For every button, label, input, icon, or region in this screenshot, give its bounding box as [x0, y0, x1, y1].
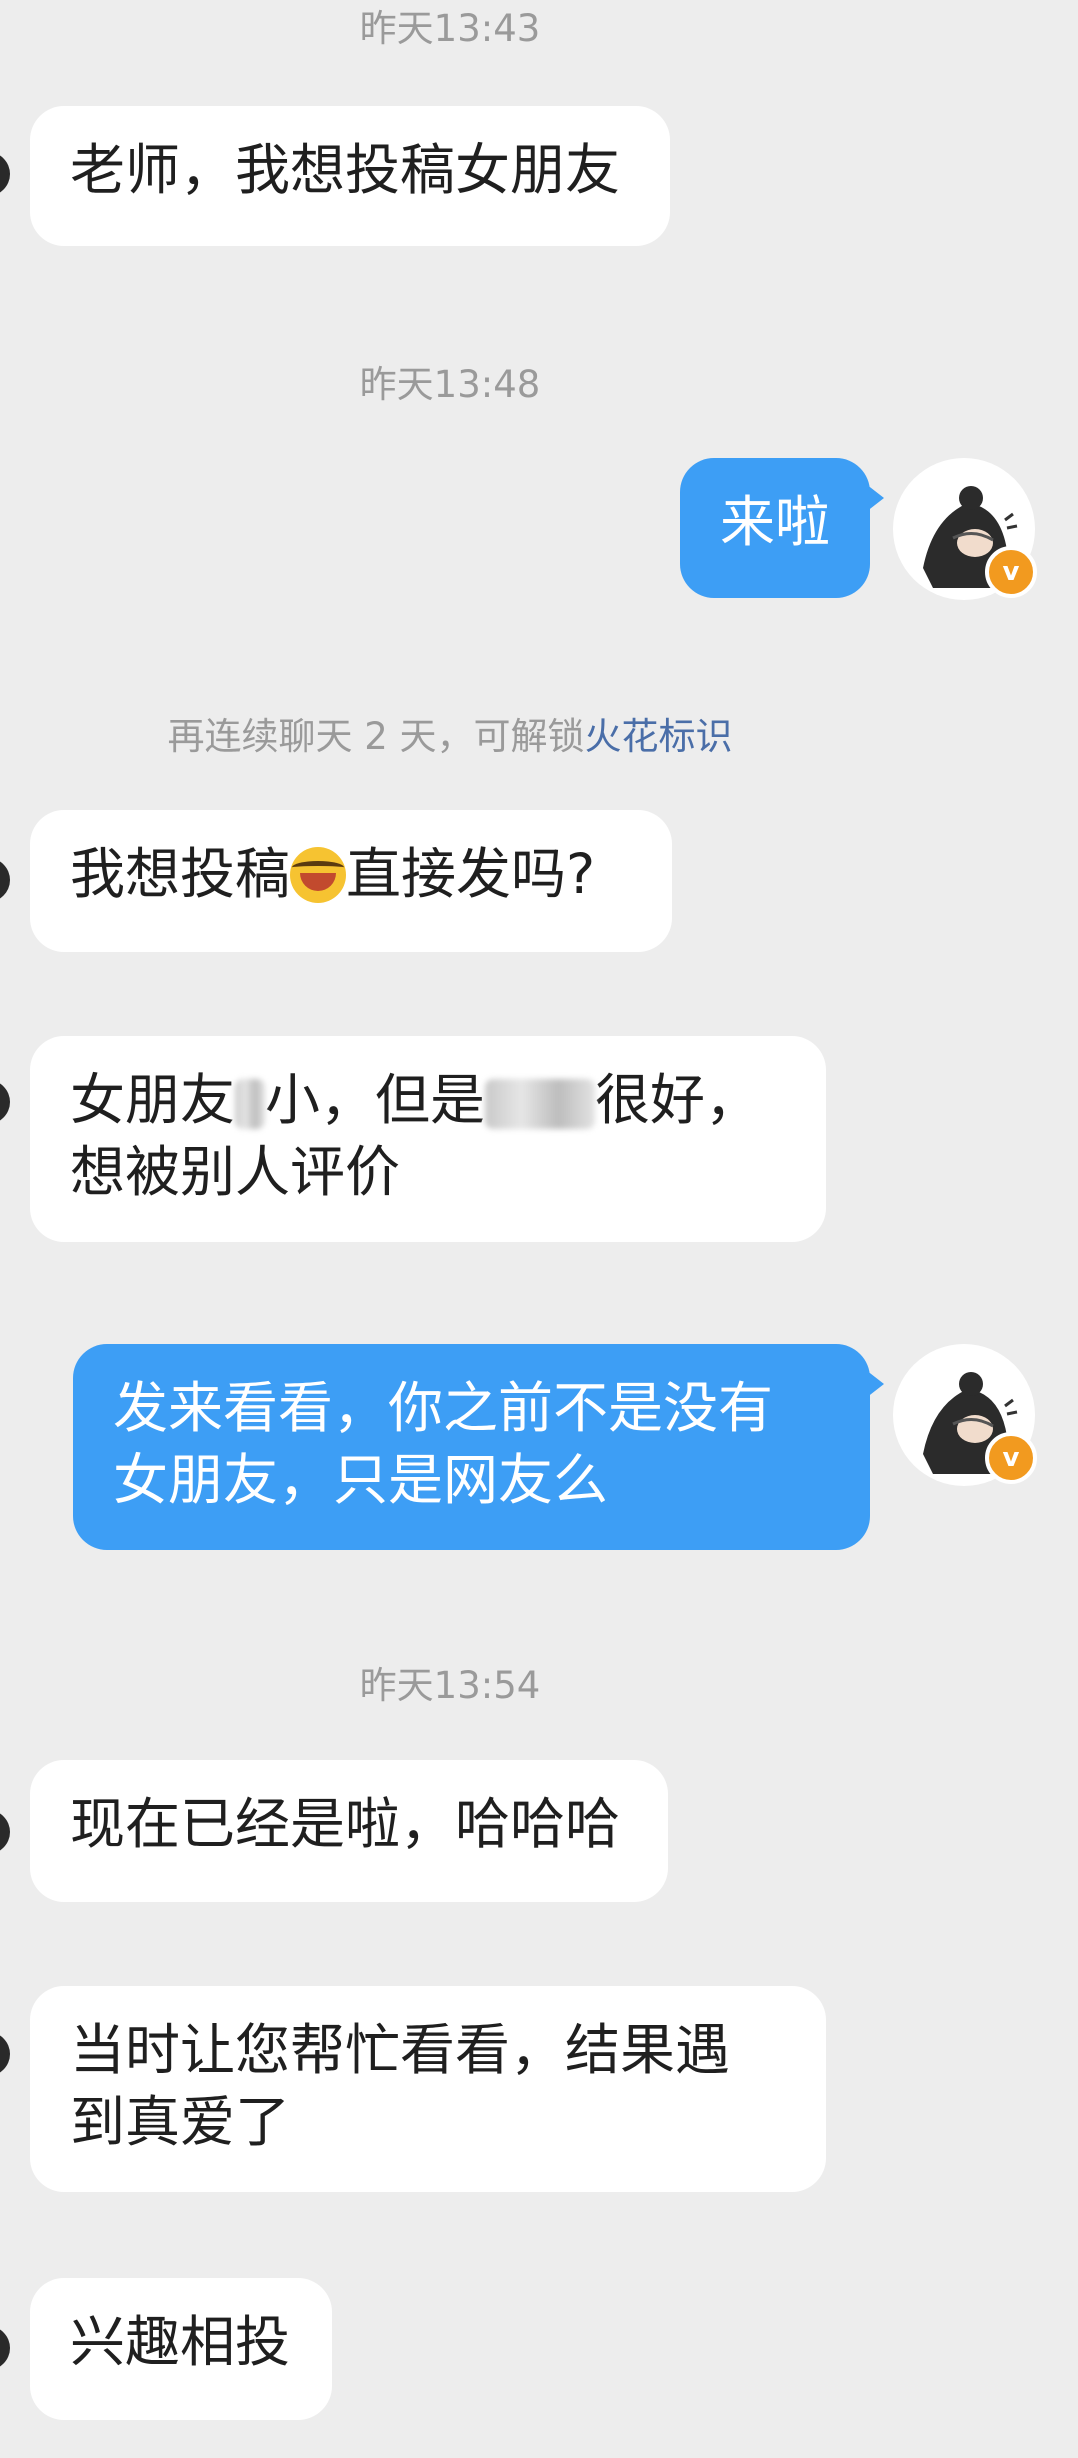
message-text: 兴趣相投: [70, 2310, 291, 2374]
blurred-text: [235, 1078, 266, 1129]
incoming-message[interactable]: 我想投稿 直接发吗?: [30, 810, 672, 952]
incoming-message[interactable]: 女朋友 小，但是 很好， 想被别人评价: [30, 1036, 826, 1242]
system-hint: 再连续聊天 2 天，可解锁火花标识: [0, 706, 900, 760]
message-text: 很好，: [595, 1068, 761, 1132]
message-text: 我想投稿: [70, 842, 291, 906]
message-text: 发来看看，你之前不是没有: [113, 1376, 774, 1440]
incoming-message[interactable]: 现在已经是啦，哈哈哈: [30, 1760, 668, 1902]
blurred-text: [485, 1078, 596, 1129]
laughing-crying-emoji-icon: [290, 847, 347, 903]
outgoing-message[interactable]: 来啦: [680, 458, 884, 598]
message-text: 女朋友，只是网友么: [113, 1448, 609, 1512]
timestamp: 昨天13:54: [359, 1664, 541, 1707]
message-text: 当时让您帮忙看看，结果遇: [70, 2018, 731, 2082]
incoming-message[interactable]: 兴趣相投: [30, 2278, 332, 2420]
contact-avatar[interactable]: [0, 152, 10, 196]
spark-badge-link[interactable]: 火花标识: [585, 715, 733, 758]
message-text: 到真爱了: [70, 2090, 291, 2154]
message-text: 小，但是: [265, 1068, 486, 1132]
incoming-message[interactable]: 老师，我想投稿女朋友: [30, 106, 670, 246]
incoming-message[interactable]: 当时让您帮忙看看，结果遇 到真爱了: [30, 1986, 826, 2192]
verified-badge-icon: v: [985, 1432, 1037, 1484]
user-avatar[interactable]: v: [893, 1344, 1037, 1486]
timestamp: 昨天13:43: [359, 7, 541, 50]
verified-badge-icon: v: [985, 546, 1037, 598]
contact-avatar[interactable]: [0, 1810, 10, 1854]
message-text: 老师，我想投稿女朋友: [70, 138, 621, 202]
contact-avatar[interactable]: [0, 1080, 10, 1124]
message-text: 现在已经是啦，哈哈哈: [70, 1792, 621, 1856]
contact-avatar[interactable]: [0, 858, 10, 902]
contact-avatar[interactable]: [0, 2032, 10, 2076]
message-text: 想被别人评价: [70, 1140, 401, 1204]
user-avatar[interactable]: v: [893, 458, 1037, 600]
outgoing-message[interactable]: 发来看看，你之前不是没有 女朋友，只是网友么: [73, 1344, 884, 1550]
message-text: 来啦: [720, 490, 831, 554]
message-text: 女朋友: [70, 1068, 236, 1132]
message-text: 直接发吗?: [346, 842, 596, 906]
timestamp: 昨天13:48: [359, 363, 541, 406]
contact-avatar[interactable]: [0, 2326, 10, 2370]
system-hint-text: 再连续聊天 2 天，可解锁: [167, 715, 585, 758]
